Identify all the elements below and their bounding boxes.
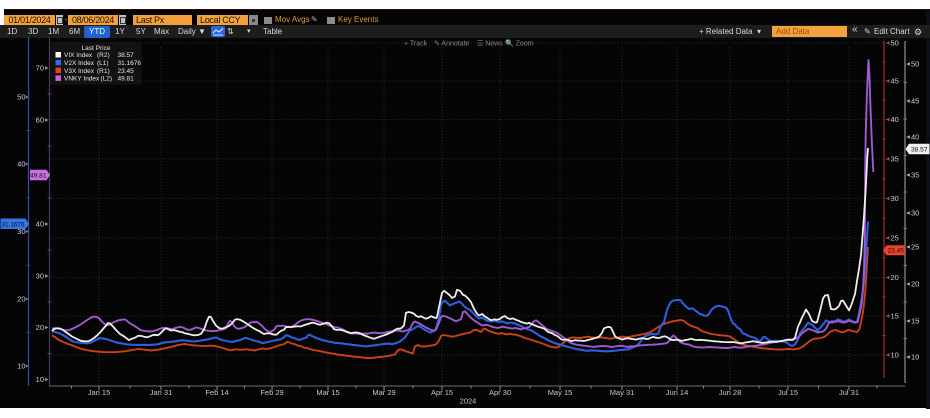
svg-text:30: 30 [891, 194, 899, 203]
svg-text:🔍 Zoom: 🔍 Zoom [505, 39, 534, 48]
svg-text:50: 50 [17, 93, 25, 102]
svg-text:10: 10 [36, 375, 44, 384]
svg-text:V3X Index: V3X Index [64, 68, 95, 75]
svg-text:30: 30 [36, 272, 44, 281]
svg-text:✎ Annotate: ✎ Annotate [434, 41, 470, 48]
svg-text:May 31: May 31 [610, 388, 635, 397]
svg-text:50: 50 [911, 60, 919, 69]
svg-text:15: 15 [911, 317, 919, 326]
svg-text:49.81: 49.81 [118, 76, 135, 83]
svg-text:45: 45 [891, 77, 899, 86]
svg-text:Apr 30: Apr 30 [489, 388, 511, 397]
svg-text:☰ News: ☰ News [477, 41, 503, 48]
svg-text:(L2): (L2) [101, 76, 113, 83]
svg-text:Mar 29: Mar 29 [372, 388, 395, 397]
svg-text:31.1676: 31.1676 [1, 221, 25, 228]
svg-text:20: 20 [17, 295, 25, 304]
svg-text:40: 40 [36, 220, 44, 229]
svg-text:35: 35 [891, 155, 899, 164]
svg-text:30: 30 [911, 209, 919, 218]
svg-text:10: 10 [891, 351, 899, 360]
svg-text:49.81: 49.81 [30, 173, 47, 180]
svg-text:VNKY Index: VNKY Index [64, 76, 100, 83]
svg-text:20: 20 [911, 280, 919, 289]
svg-text:Jun 14: Jun 14 [666, 388, 689, 397]
svg-text:Feb 29: Feb 29 [260, 388, 283, 397]
svg-text:VIX Index: VIX Index [64, 52, 93, 59]
svg-text:25: 25 [911, 243, 919, 252]
svg-text:40: 40 [891, 115, 899, 124]
svg-text:10: 10 [911, 353, 919, 362]
svg-text:Last Price: Last Price [82, 45, 111, 52]
svg-text:Jan 15: Jan 15 [88, 388, 111, 397]
svg-text:25: 25 [891, 234, 899, 243]
svg-text:38.57: 38.57 [911, 147, 928, 154]
svg-text:50: 50 [891, 39, 899, 48]
svg-text:15: 15 [891, 312, 899, 321]
svg-text:23.45: 23.45 [118, 68, 135, 75]
svg-text:May 15: May 15 [548, 388, 573, 397]
svg-text:20: 20 [891, 273, 899, 282]
svg-text:Jul 15: Jul 15 [778, 388, 798, 397]
svg-text:Apr 15: Apr 15 [431, 388, 453, 397]
svg-text:45: 45 [911, 97, 919, 106]
svg-text:23.45: 23.45 [888, 248, 904, 255]
svg-text:70: 70 [36, 64, 44, 73]
svg-text:2024: 2024 [460, 397, 477, 406]
svg-text:Jan 31: Jan 31 [150, 388, 173, 397]
svg-text:(R2): (R2) [97, 52, 110, 59]
svg-text:10: 10 [17, 362, 25, 371]
svg-text:V2X Index: V2X Index [64, 60, 95, 67]
svg-text:40: 40 [911, 133, 919, 142]
svg-text:Jun 28: Jun 28 [719, 388, 742, 397]
svg-text:60: 60 [36, 116, 44, 125]
svg-text:40: 40 [17, 160, 25, 169]
svg-text:Feb 14: Feb 14 [205, 388, 228, 397]
svg-text:Jul 31: Jul 31 [839, 388, 859, 397]
svg-text:31.1676: 31.1676 [118, 60, 142, 67]
svg-text:+ Track: + Track [404, 41, 428, 48]
svg-text:38.57: 38.57 [118, 52, 135, 59]
svg-text:20: 20 [36, 323, 44, 332]
svg-text:Mar 15: Mar 15 [316, 388, 339, 397]
svg-text:35: 35 [911, 171, 919, 180]
svg-text:(L1): (L1) [97, 60, 109, 67]
svg-text:(R1): (R1) [97, 68, 110, 75]
